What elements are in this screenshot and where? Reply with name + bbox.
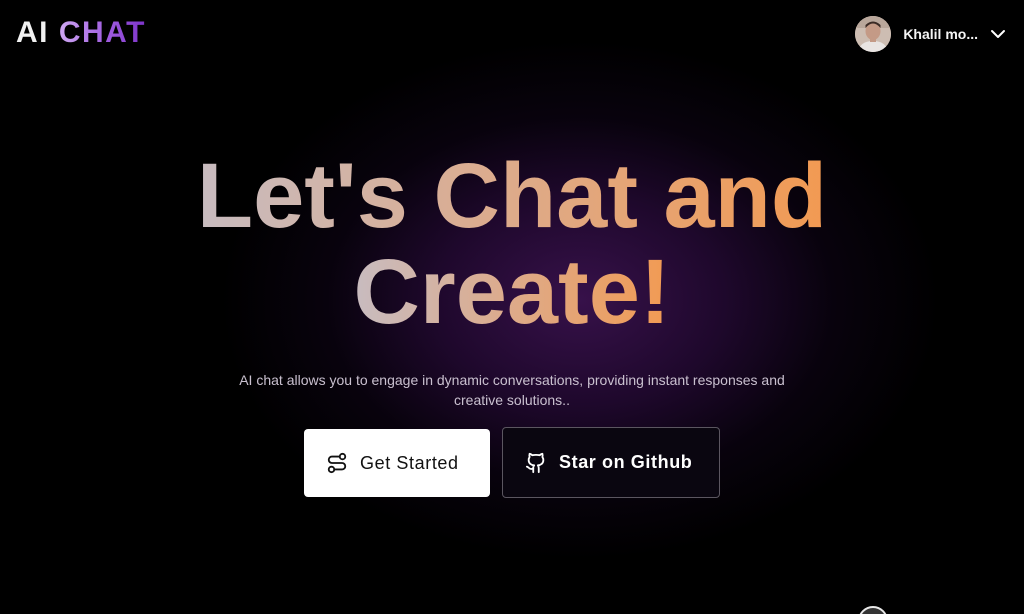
floating-avatar: [858, 606, 888, 614]
chevron-down-icon[interactable]: [990, 26, 1006, 42]
hero-title-line-1: Let's Chat and: [196, 145, 828, 247]
user-menu[interactable]: Khalil mo...: [855, 15, 1006, 53]
star-on-github-button[interactable]: Star on Github: [502, 427, 720, 498]
user-name: Khalil mo...: [903, 26, 978, 42]
star-on-github-label: Star on Github: [559, 452, 693, 472]
route-icon: [326, 452, 348, 474]
logo-chat-text: CHAT: [58, 16, 146, 49]
hero-title-line-2: Create!: [353, 241, 671, 343]
get-started-button[interactable]: Get Started: [304, 429, 490, 497]
hero-subtitle: AI chat allows you to engage in dynamic …: [200, 370, 824, 410]
logo-ai-text: AI: [16, 16, 49, 49]
landing-page: AI CHAT Khalil mo... Let's Chat and Crea…: [0, 0, 1024, 614]
user-avatar[interactable]: [855, 16, 892, 52]
github-icon: [525, 452, 547, 474]
hero-title: Let's Chat and Create!: [0, 148, 1024, 340]
hero-subtitle-line-2: creative solutions..: [454, 392, 570, 408]
get-started-label: Get Started: [360, 452, 459, 473]
app-logo[interactable]: AI CHAT: [16, 14, 146, 52]
hero-subtitle-line-1: AI chat allows you to engage in dynamic …: [239, 372, 785, 388]
